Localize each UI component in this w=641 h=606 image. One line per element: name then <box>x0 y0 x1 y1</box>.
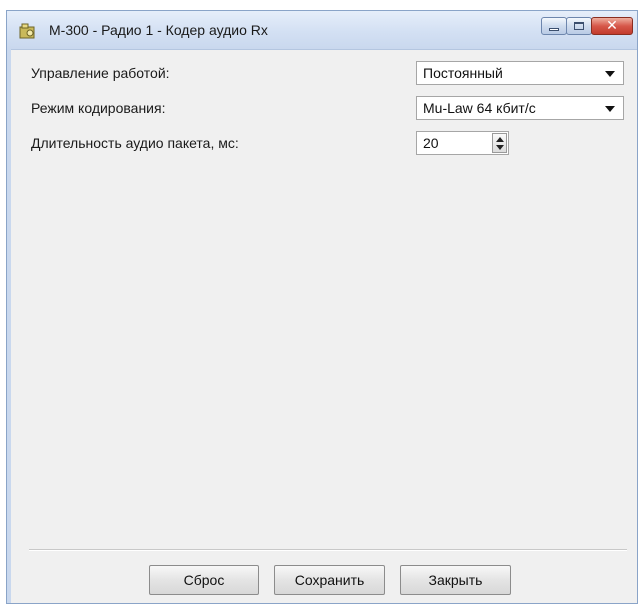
operation-control-row: Управление работой: <box>31 61 170 85</box>
close-icon: ✕ <box>606 18 618 34</box>
packet-duration-row: Длительность аудио пакета, мс: <box>31 131 239 155</box>
encoding-mode-label: Режим кодирования: <box>31 100 166 116</box>
title-bar[interactable]: М-300 - Радио 1 - Кодер аудио Rx ✕ <box>7 11 637 50</box>
spin-buttons[interactable] <box>492 133 507 153</box>
encoding-mode-value: Mu-Law 64 кбит/с <box>423 100 536 116</box>
radio-app-icon <box>19 23 37 39</box>
close-button[interactable]: Закрыть <box>400 565 511 595</box>
spin-up-icon[interactable] <box>496 137 504 142</box>
minimize-button[interactable] <box>541 17 567 35</box>
packet-duration-value: 20 <box>423 135 439 151</box>
operation-control-label: Управление работой: <box>31 65 170 81</box>
minimize-icon <box>549 27 559 31</box>
window-title: М-300 - Радио 1 - Кодер аудио Rx <box>49 22 268 38</box>
encoding-mode-select[interactable]: Mu-Law 64 кбит/с <box>416 96 624 120</box>
spin-down-icon[interactable] <box>496 145 504 150</box>
save-button[interactable]: Сохранить <box>274 565 385 595</box>
packet-duration-spinbox[interactable]: 20 <box>416 131 509 155</box>
reset-button[interactable]: Сброс <box>149 565 259 595</box>
footer-separator <box>29 549 627 551</box>
operation-control-value: Постоянный <box>423 65 503 81</box>
caption-buttons: ✕ <box>541 17 633 37</box>
dropdown-arrow-icon <box>605 71 615 77</box>
encoding-mode-row: Режим кодирования: <box>31 96 165 120</box>
dialog-window: М-300 - Радио 1 - Кодер аудио Rx ✕ Управ… <box>6 10 638 604</box>
dropdown-arrow-icon <box>605 106 615 112</box>
window-left-edge <box>7 49 11 603</box>
packet-duration-label: Длительность аудио пакета, мс: <box>31 135 239 151</box>
operation-control-select[interactable]: Постоянный <box>416 61 624 85</box>
maximize-button[interactable] <box>566 17 592 35</box>
maximize-icon <box>574 22 584 30</box>
close-window-button[interactable]: ✕ <box>591 17 633 35</box>
